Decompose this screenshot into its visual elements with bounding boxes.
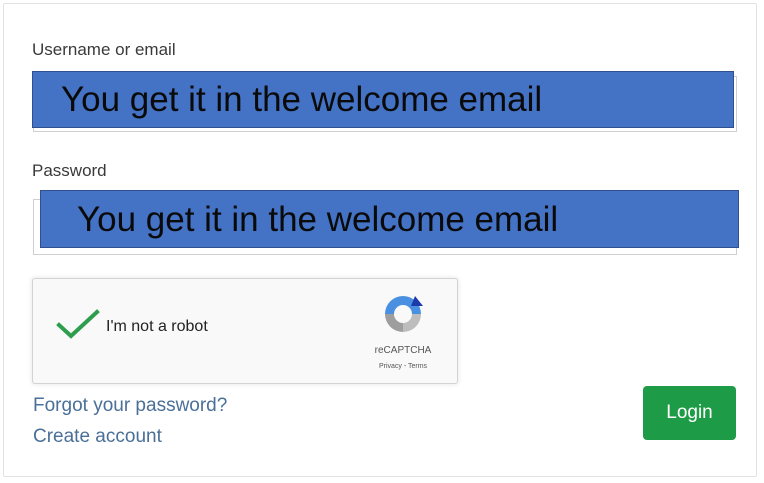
- forgot-password-link[interactable]: Forgot your password?: [33, 395, 227, 417]
- username-annotation-text: You get it in the welcome email: [61, 80, 543, 119]
- username-label: Username or email: [32, 40, 176, 59]
- checkmark-icon[interactable]: [56, 309, 100, 339]
- password-annotation-text: You get it in the welcome email: [77, 199, 559, 239]
- username-annotation: You get it in the welcome email: [32, 71, 734, 128]
- recaptcha-widget: I'm not a robot reCAPTCHA Privacy - Term…: [32, 278, 458, 384]
- password-annotation: You get it in the welcome email: [40, 190, 739, 248]
- captcha-label: I'm not a robot: [106, 318, 208, 335]
- login-button[interactable]: Login: [643, 386, 736, 440]
- create-account-link[interactable]: Create account: [33, 426, 162, 448]
- recaptcha-brand-text: reCAPTCHA: [374, 345, 432, 356]
- recaptcha-logo-icon: [385, 296, 423, 332]
- password-label: Password: [32, 161, 107, 180]
- recaptcha-privacy-terms[interactable]: Privacy - Terms: [361, 363, 445, 370]
